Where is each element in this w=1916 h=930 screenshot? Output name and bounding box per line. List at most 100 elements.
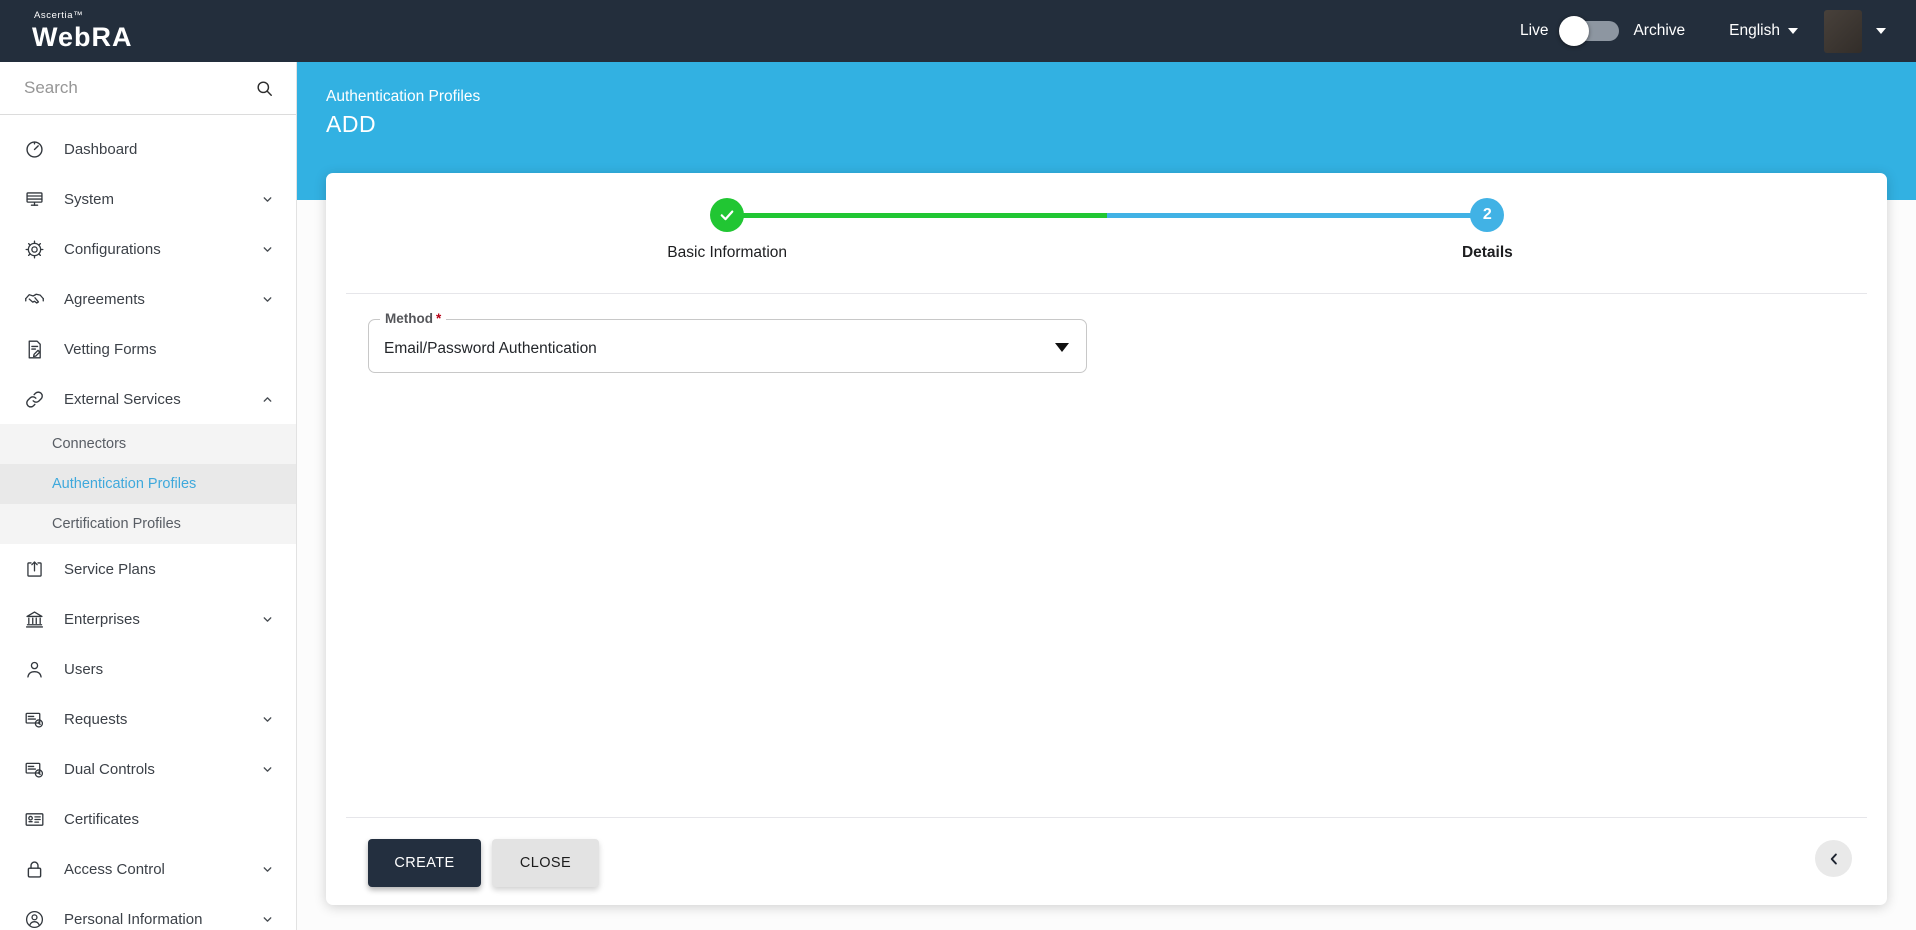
step-details[interactable]: 2 Details [1367,198,1607,262]
sidebar-item-certificates[interactable]: Certificates [0,794,296,844]
sidebar-item-label: Service Plans [64,560,156,578]
select-dropdown-arrow-icon[interactable] [1055,343,1069,352]
sidebar-item-label: External Services [64,390,181,408]
search-input[interactable] [24,78,255,98]
search-icon[interactable] [255,79,274,98]
sidebar-item-label: Dual Controls [64,760,155,778]
language-selector[interactable]: English [1729,22,1798,40]
chevron-left-icon [1825,850,1843,868]
sidebar-item-certification-profiles[interactable]: Certification Profiles [0,504,296,544]
sidebar-item-label: Vetting Forms [64,340,157,358]
step-2-number: 2 [1482,206,1492,223]
method-select[interactable]: Method * Email/Password Authentication [368,311,1087,373]
step-1-label: Basic Information [667,244,788,261]
form-card: Basic Information 2 Details Method * Ema… [326,173,1887,905]
required-asterisk: * [436,311,442,326]
create-button[interactable]: CREATE [368,839,481,887]
live-label: Live [1520,22,1549,39]
sidebar-item-access-control[interactable]: Access Control [0,844,296,894]
brand-product: WebRA [32,21,133,52]
sidebar-item-configurations[interactable]: Configurations [0,224,296,274]
page-title: ADD [326,111,377,137]
bank-icon [24,609,45,630]
system-icon [24,189,45,210]
breadcrumb: Authentication Profiles [326,88,481,105]
step-1-circle[interactable] [710,198,745,232]
chevron-down-icon [261,293,274,306]
subnav-item-label: Authentication Profiles [52,476,197,492]
sidebar-item-label: Agreements [64,290,145,308]
card-clock-icon [24,709,45,730]
sidebar-item-enterprises[interactable]: Enterprises [0,594,296,644]
sidebar-item-label: Configurations [64,240,161,258]
chevron-down-icon [261,243,274,256]
sidebar-search [0,62,296,115]
main-content: Authentication Profiles ADD Basic Inform… [297,62,1916,930]
sidebar-item-label: Enterprises [64,610,140,628]
sidebar-item-service-plans[interactable]: Service Plans [0,544,296,594]
certificate-icon [24,809,45,830]
lock-icon [24,859,45,880]
user-menu-chevron-down-icon[interactable] [1876,28,1886,34]
sidebar-nav: Dashboard System Configurations Agreemen… [0,115,296,930]
method-label: Method * [380,311,447,326]
sidebar-item-system[interactable]: System [0,174,296,224]
chevron-down-icon [261,863,274,876]
step-basic-information[interactable]: Basic Information [607,198,847,262]
subnav-item-label: Certification Profiles [52,516,181,532]
person-circle-icon [24,909,45,930]
sidebar: Dashboard System [0,62,297,930]
sidebar-item-label: Personal Information [64,910,203,928]
sidebar-item-users[interactable]: Users [0,644,296,694]
sidebar-item-requests[interactable]: Requests [0,694,296,744]
chevron-down-icon [261,193,274,206]
sidebar-item-personal-information[interactable]: Personal Information [0,894,296,930]
topbar: Ascertia™ WebRA Live Archive English [0,0,1916,62]
sidebar-item-external-services[interactable]: External Services [0,374,296,424]
user-icon [24,659,45,680]
method-selected-value: Email/Password Authentication [384,340,597,357]
dashboard-icon [24,139,45,160]
sidebar-item-vetting-forms[interactable]: Vetting Forms [0,324,296,374]
sidebar-item-label: System [64,190,115,208]
link-icon [24,389,45,410]
chevron-up-icon [261,393,274,406]
app-logo[interactable]: Ascertia™ WebRA [32,11,133,51]
sidebar-item-label: Access Control [64,860,165,878]
chevron-down-icon [261,613,274,626]
sidebar-item-connectors[interactable]: Connectors [0,424,296,464]
chevron-down-icon [261,763,274,776]
share-box-icon [24,559,45,580]
step-2-circle[interactable]: 2 [1470,198,1505,232]
archive-label: Archive [1633,22,1686,39]
check-icon [718,206,736,224]
sidebar-item-label: Users [64,660,104,678]
external-services-submenu: Connectors Authentication Profiles Certi… [0,424,296,544]
method-label-text: Method [385,311,433,326]
subnav-item-label: Connectors [52,436,127,452]
toggle-knob[interactable] [1559,16,1590,46]
gear-icon [24,239,45,260]
sidebar-item-label: Certificates [64,810,140,828]
sidebar-item-label: Requests [64,710,128,728]
sidebar-item-dashboard[interactable]: Dashboard [0,124,296,174]
footer-actions: CREATE CLOSE [326,818,1887,905]
shell: Dashboard System [0,62,1916,930]
chevron-down-icon [261,913,274,926]
back-button[interactable] [1815,840,1852,877]
live-archive-toggle[interactable] [1559,16,1620,46]
language-label: English [1729,22,1780,39]
brand-company: Ascertia™ [34,10,84,22]
wizard-stepper: Basic Information 2 Details [326,173,1887,293]
close-button[interactable]: CLOSE [492,839,599,887]
sidebar-item-label: Dashboard [64,140,138,158]
sidebar-item-authentication-profiles[interactable]: Authentication Profiles [0,464,296,504]
avatar[interactable] [1824,9,1862,53]
handshake-icon [24,289,45,310]
sidebar-item-agreements[interactable]: Agreements [0,274,296,324]
sidebar-item-dual-controls[interactable]: Dual Controls [0,744,296,794]
document-pencil-icon [24,339,45,360]
form-area: Method * Email/Password Authentication [326,294,1887,817]
card-clock-icon [24,759,45,780]
chevron-down-icon [261,713,274,726]
